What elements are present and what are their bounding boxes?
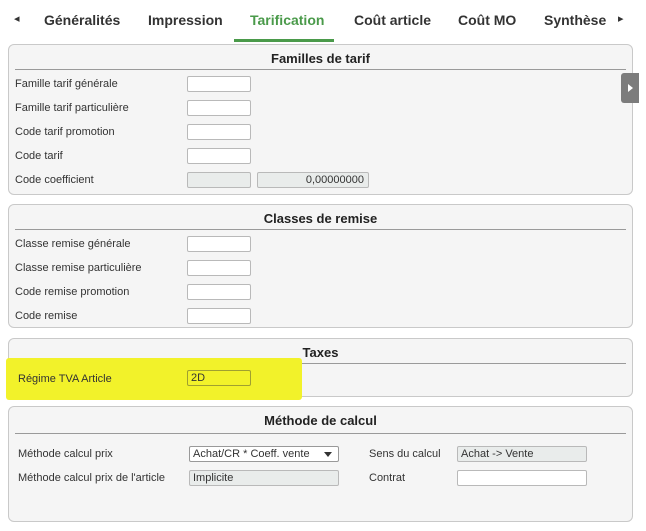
active-tab-indicator bbox=[234, 39, 334, 42]
methode-calcul-prix-value: Achat/CR * Coeff. vente bbox=[193, 448, 310, 460]
divider bbox=[15, 433, 626, 434]
label-sens-du-calcul: Sens du calcul bbox=[369, 448, 441, 460]
tab-bar: ◂ Généralités Impression Tarification Co… bbox=[0, 0, 646, 42]
code-tarif-field[interactable] bbox=[187, 148, 251, 164]
methode-calcul-prix-select[interactable]: Achat/CR * Coeff. vente bbox=[189, 446, 339, 462]
famille-tarif-generale-field[interactable] bbox=[187, 76, 251, 92]
divider bbox=[15, 69, 626, 70]
code-remise-field[interactable] bbox=[187, 308, 251, 324]
label-code-remise-promotion: Code remise promotion bbox=[15, 286, 130, 298]
sens-du-calcul-field: Achat -> Vente bbox=[457, 446, 587, 462]
code-coefficient-field bbox=[187, 172, 251, 188]
regime-tva-article-field[interactable]: 2D bbox=[187, 370, 251, 386]
panel-title-classes: Classes de remise bbox=[263, 211, 378, 226]
label-contrat: Contrat bbox=[369, 472, 406, 484]
panel-title-methode: Méthode de calcul bbox=[264, 413, 377, 428]
label-famille-tarif-generale: Famille tarif générale bbox=[15, 78, 118, 90]
panel-title-familles: Familles de tarif bbox=[271, 51, 370, 66]
caret-down-icon bbox=[324, 452, 332, 457]
contrat-field[interactable] bbox=[457, 470, 587, 486]
label-code-tarif: Code tarif bbox=[15, 150, 63, 162]
tab-generalites[interactable]: Généralités bbox=[44, 12, 120, 28]
classe-remise-particuliere-field[interactable] bbox=[187, 260, 251, 276]
side-panel-toggle[interactable] bbox=[621, 73, 639, 103]
coefficient-value-field: 0,00000000 bbox=[257, 172, 369, 188]
famille-tarif-particuliere-field[interactable] bbox=[187, 100, 251, 116]
chevron-right-icon bbox=[628, 84, 633, 92]
tab-impression[interactable]: Impression bbox=[148, 12, 223, 28]
tab-synthese[interactable]: Synthèse bbox=[544, 12, 606, 28]
label-code-remise: Code remise bbox=[15, 310, 78, 322]
tab-cout-article[interactable]: Coût article bbox=[354, 12, 431, 28]
panel-methode-calcul: Méthode de calcul bbox=[8, 406, 633, 522]
methode-calcul-prix-article-field: Implicite bbox=[189, 470, 339, 486]
label-code-tarif-promotion: Code tarif promotion bbox=[15, 126, 115, 138]
label-methode-calcul-prix: Méthode calcul prix bbox=[18, 448, 113, 460]
divider bbox=[15, 229, 626, 230]
tab-cout-mo[interactable]: Coût MO bbox=[458, 12, 516, 28]
label-famille-tarif-particuliere: Famille tarif particulière bbox=[15, 102, 129, 114]
label-methode-calcul-prix-article: Méthode calcul prix de l'article bbox=[18, 472, 166, 484]
tab-prev-icon[interactable]: ◂ bbox=[14, 12, 20, 25]
tab-next-icon[interactable]: ▸ bbox=[618, 12, 624, 25]
code-tarif-promotion-field[interactable] bbox=[187, 124, 251, 140]
classe-remise-generale-field[interactable] bbox=[187, 236, 251, 252]
tab-tarification[interactable]: Tarification bbox=[250, 12, 324, 28]
label-classe-remise-particuliere: Classe remise particulière bbox=[15, 262, 142, 274]
label-regime-tva-article: Régime TVA Article bbox=[18, 373, 112, 385]
label-code-coefficient: Code coefficient bbox=[15, 174, 94, 186]
label-classe-remise-generale: Classe remise générale bbox=[15, 238, 131, 250]
code-remise-promotion-field[interactable] bbox=[187, 284, 251, 300]
